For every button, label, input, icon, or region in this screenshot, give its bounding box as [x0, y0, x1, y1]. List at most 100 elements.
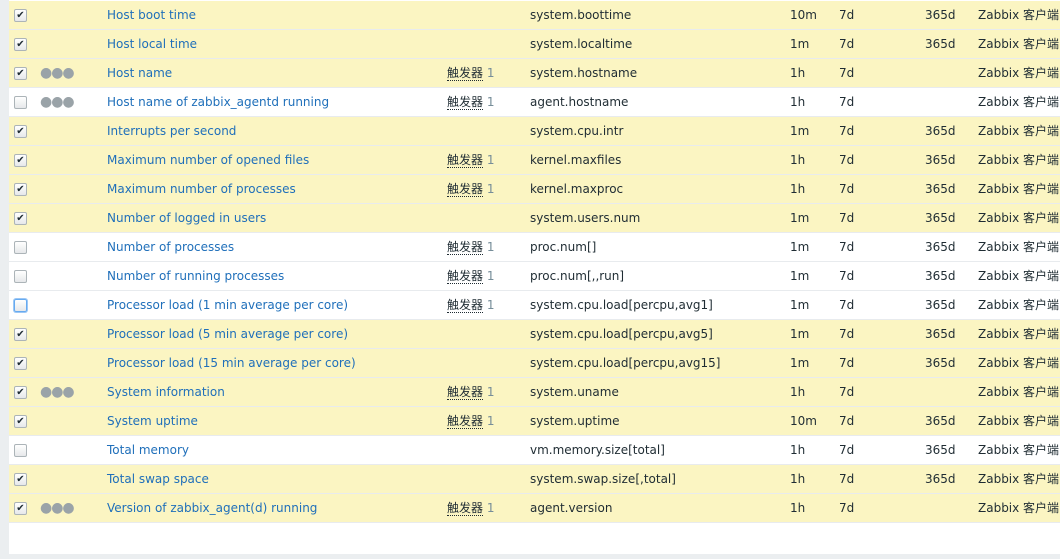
item-type: Zabbix 客户端 — [978, 153, 1060, 167]
triggers-link[interactable]: 触发器 — [447, 240, 484, 255]
row-checkbox[interactable]: ✔ — [14, 386, 27, 399]
row-checkbox[interactable]: ✔ — [14, 67, 27, 80]
item-key: proc.num[] — [530, 240, 597, 254]
item-triggers: 触发器 1 — [447, 59, 494, 87]
item-history: 7d — [839, 95, 855, 109]
item-key: proc.num[,,run] — [530, 269, 625, 283]
item-history: 7d — [839, 414, 855, 428]
item-name-link[interactable]: Host name — [107, 59, 172, 87]
item-name-link[interactable]: Number of logged in users — [107, 204, 266, 232]
item-trends: 365d — [925, 327, 956, 341]
item-triggers: 触发器 1 — [447, 378, 494, 406]
item-key: system.cpu.load[percpu,avg5] — [530, 327, 713, 341]
trigger-count: 1 — [486, 66, 495, 80]
item-type: Zabbix 客户端 — [978, 472, 1060, 486]
row-checkbox[interactable] — [14, 96, 27, 109]
item-history: 7d — [839, 182, 855, 196]
item-type: Zabbix 客户端 — [978, 95, 1060, 109]
table-row: ✔ Processor load (15 min average per core… — [9, 349, 1060, 378]
item-interval: 1m — [790, 124, 810, 138]
item-triggers: 触发器 1 — [447, 291, 494, 319]
item-name-link[interactable]: System information — [107, 378, 225, 406]
item-history: 7d — [839, 269, 855, 283]
item-name-link[interactable]: Processor load (1 min average per core) — [107, 291, 348, 319]
trigger-count: 1 — [486, 153, 495, 167]
item-history: 7d — [839, 153, 855, 167]
row-checkbox[interactable]: ✔ — [14, 154, 27, 167]
row-checkbox[interactable]: ✔ — [14, 38, 27, 51]
row-checkbox[interactable] — [14, 241, 27, 254]
table-row: Processor load (1 min average per core) 触… — [9, 291, 1060, 320]
row-checkbox[interactable]: ✔ — [14, 328, 27, 341]
triggers-link[interactable]: 触发器 — [447, 385, 484, 400]
row-checkbox[interactable]: ✔ — [14, 473, 27, 486]
row-checkbox[interactable] — [14, 299, 27, 312]
item-key: system.swap.size[,total] — [530, 472, 676, 486]
trigger-count: 1 — [486, 269, 495, 283]
item-trends: 365d — [925, 472, 956, 486]
triggers-link[interactable]: 触发器 — [447, 66, 484, 81]
item-history: 7d — [839, 211, 855, 225]
item-interval: 1h — [790, 501, 806, 515]
triggers-link[interactable]: 触发器 — [447, 269, 484, 284]
item-type: Zabbix 客户端 — [978, 443, 1060, 457]
item-name-link[interactable]: Maximum number of opened files — [107, 146, 309, 174]
item-name-link[interactable]: Total memory — [107, 436, 189, 464]
table-row: ✔ Interrupts per second system.cpu.intr 1m 7… — [9, 117, 1060, 146]
item-name-link[interactable]: Interrupts per second — [107, 117, 236, 145]
item-history: 7d — [839, 8, 855, 22]
triggers-link[interactable]: 触发器 — [447, 501, 484, 516]
item-name-link[interactable]: Number of processes — [107, 233, 234, 261]
row-checkbox[interactable] — [14, 444, 27, 457]
item-type: Zabbix 客户端 — [978, 356, 1060, 370]
item-history: 7d — [839, 298, 855, 312]
item-name-link[interactable]: Host local time — [107, 30, 197, 58]
item-type: Zabbix 客户端 — [978, 124, 1060, 138]
row-checkbox[interactable]: ✔ — [14, 212, 27, 225]
triggers-link[interactable]: 触发器 — [447, 95, 484, 110]
item-triggers: 触发器 1 — [447, 262, 494, 290]
item-name-link[interactable]: Host name of zabbix_agentd running — [107, 88, 329, 116]
item-name-link[interactable]: Host boot time — [107, 1, 196, 29]
item-name-link[interactable]: Processor load (15 min average per core) — [107, 349, 356, 377]
row-checkbox[interactable]: ✔ — [14, 415, 27, 428]
row-checkbox[interactable]: ✔ — [14, 125, 27, 138]
row-checkbox[interactable]: ✔ — [14, 502, 27, 515]
table-row: ✔ Host local time system.localtime 1m 7d 365d… — [9, 30, 1060, 59]
row-checkbox[interactable]: ✔ — [14, 357, 27, 370]
item-name-link[interactable]: Total swap space — [107, 465, 209, 493]
table-row: ✔ ●●● Version of zabbix_agent(d) running 触发… — [9, 494, 1060, 523]
trigger-count: 1 — [486, 501, 495, 515]
triggers-link[interactable]: 触发器 — [447, 153, 484, 168]
triggers-link[interactable]: 触发器 — [447, 414, 484, 429]
item-history: 7d — [839, 66, 855, 80]
item-name-link[interactable]: Version of zabbix_agent(d) running — [107, 494, 317, 522]
more-options-icon[interactable]: ●●● — [40, 494, 75, 522]
more-options-icon[interactable]: ●●● — [40, 59, 75, 87]
item-key: system.hostname — [530, 66, 638, 80]
item-name-link[interactable]: Processor load (5 min average per core) — [107, 320, 348, 348]
item-interval: 1h — [790, 443, 806, 457]
triggers-link[interactable]: 触发器 — [447, 298, 484, 313]
item-interval: 1h — [790, 95, 806, 109]
row-checkbox[interactable] — [14, 270, 27, 283]
trigger-count: 1 — [486, 95, 495, 109]
item-name-link[interactable]: Number of running processes — [107, 262, 284, 290]
item-key: system.boottime — [530, 8, 632, 22]
item-history: 7d — [839, 124, 855, 138]
row-checkbox[interactable]: ✔ — [14, 9, 27, 22]
item-name-link[interactable]: System uptime — [107, 407, 198, 435]
table-row: Total memory vm.memory.size[total] 1h 7d 365… — [9, 436, 1060, 465]
more-options-icon[interactable]: ●●● — [40, 378, 75, 406]
item-history: 7d — [839, 37, 855, 51]
item-interval: 10m — [790, 414, 817, 428]
item-trends: 365d — [925, 211, 956, 225]
row-checkbox[interactable]: ✔ — [14, 183, 27, 196]
item-history: 7d — [839, 327, 855, 341]
item-name-link[interactable]: Maximum number of processes — [107, 175, 296, 203]
item-key: system.localtime — [530, 37, 633, 51]
more-options-icon[interactable]: ●●● — [40, 88, 75, 116]
item-type: Zabbix 客户端 — [978, 414, 1060, 428]
triggers-link[interactable]: 触发器 — [447, 182, 484, 197]
item-trends: 365d — [925, 269, 956, 283]
